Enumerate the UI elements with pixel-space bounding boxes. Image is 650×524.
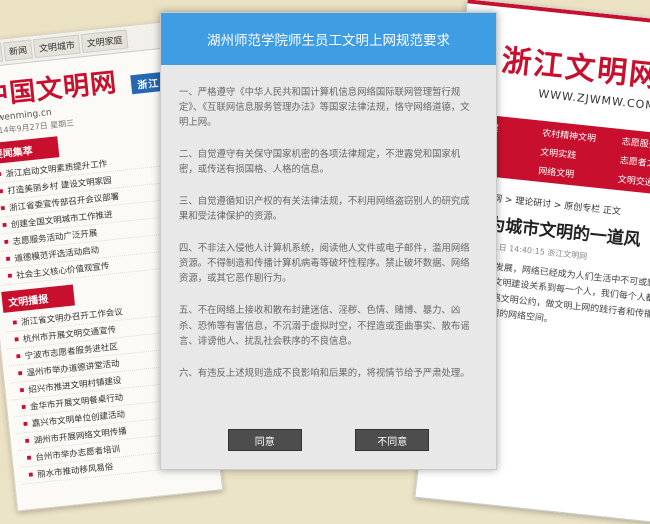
dialog-header: 湖州师范学院师生员工文明上网规范要求 <box>161 13 496 65</box>
rule-paragraph: 六、有违反上述规则造成不良影响和后果的，将视情节给予严肃处理。 <box>179 367 470 379</box>
rules-dialog: 湖州师范学院师生员工文明上网规范要求 一、严格遵守《中华人民共和国计算机信息网络… <box>160 12 497 470</box>
dialog-title: 湖州师范学院师生员工文明上网规范要求 <box>207 33 450 49</box>
rule-paragraph: 四、不非法入侵他人计算机系统，阅读他人文件或电子邮件，滥用网络资源。不得制造和传… <box>179 243 470 285</box>
disagree-button[interactable]: 不同意 <box>355 429 430 451</box>
agree-button[interactable]: 同意 <box>227 429 302 451</box>
right-nav-item: 文明交通 <box>617 174 650 189</box>
rule-paragraph: 一、严格遵守《中华人民共和国计算机信息网络国际联网管理暂行规定》、《互联网信息服… <box>179 87 470 129</box>
rule-paragraph: 五、不在网络上接收和散布封建迷信、淫秽、色情、赌博、暴力、凶杀、恐怖等有害信息，… <box>179 305 470 347</box>
rule-paragraph: 二、自觉遵守有关保守国家机密的各项法律规定，不泄露党和国家机密，或传送有损国格、… <box>179 149 461 176</box>
left-nav-item: 文明家庭 <box>80 29 129 54</box>
dialog-body: 一、严格遵守《中华人民共和国计算机信息网络国际联网管理暂行规定》、《互联网信息服… <box>161 65 496 381</box>
left-nav-item: 文明城市 <box>32 34 81 59</box>
left-nav-item: 新闻 <box>3 39 33 62</box>
dialog-footer: 同意 不同意 <box>161 429 496 451</box>
rule-paragraph: 三、自觉遵循知识产权的有关法律法规，不利用网络盗窃别人的研究成果和受法律保护的资… <box>179 196 470 223</box>
